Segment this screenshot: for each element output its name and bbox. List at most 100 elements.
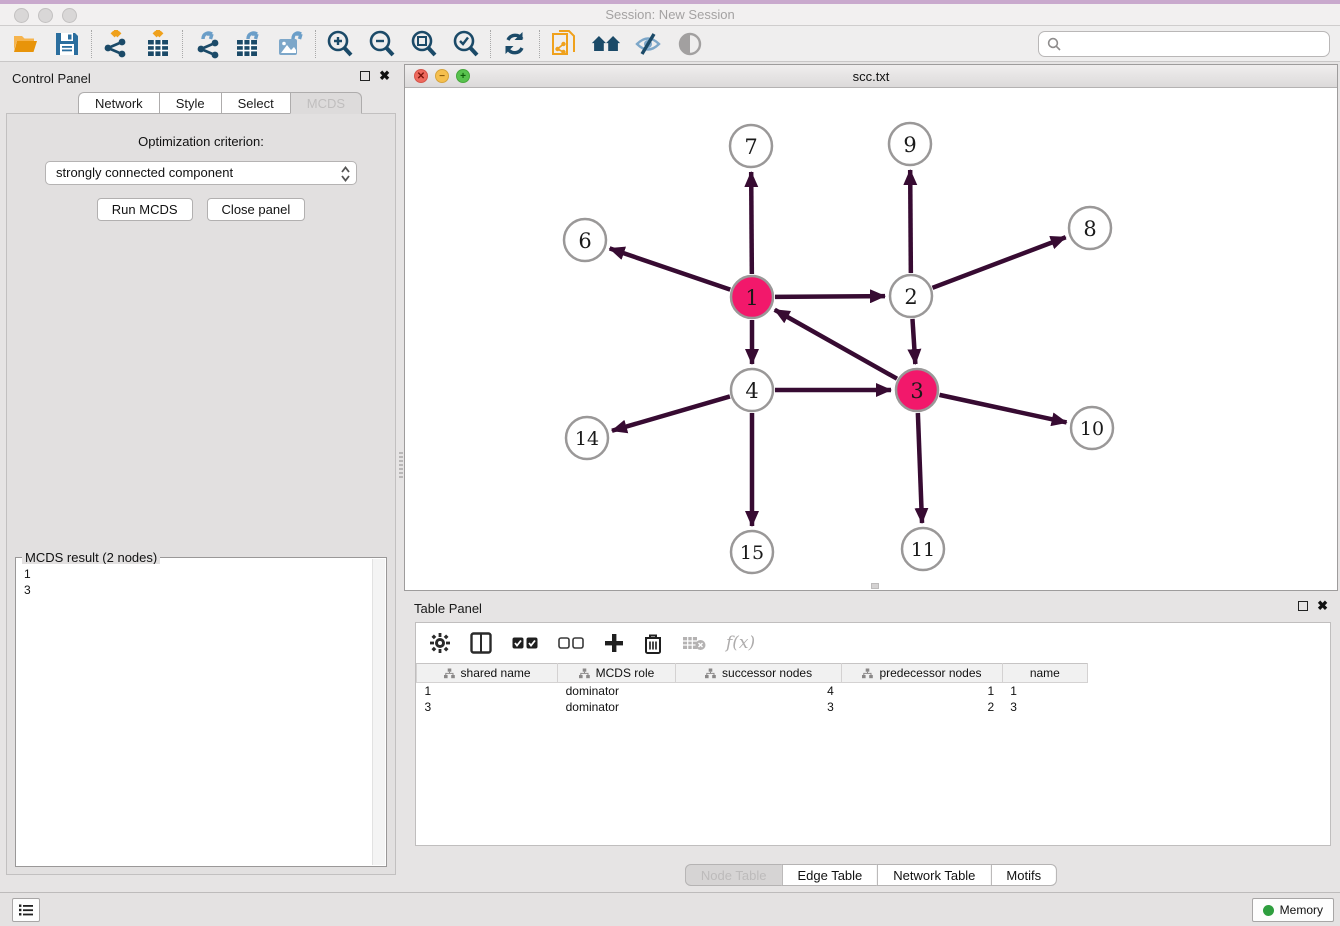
memory-button[interactable]: Memory — [1252, 898, 1334, 922]
titlebar: Session: New Session — [0, 4, 1340, 26]
graph-node-label-3: 3 — [910, 379, 923, 403]
export-table-icon[interactable] — [234, 29, 264, 59]
column-header-shared-name[interactable]: shared name — [417, 664, 558, 683]
list-icon — [18, 903, 34, 917]
toolbar-separator — [315, 30, 316, 58]
zoom-out-icon[interactable] — [367, 29, 397, 59]
mcds-panel: Optimization criterion: strongly connect… — [6, 113, 396, 875]
main-toolbar — [0, 26, 1340, 62]
graph-node-label-1: 1 — [745, 286, 758, 310]
home-icon[interactable] — [591, 29, 621, 59]
float-table-panel-icon[interactable] — [1298, 601, 1308, 611]
tab-edge-table[interactable]: Edge Table — [781, 864, 877, 886]
graph-edge-1-2[interactable] — [775, 296, 885, 297]
save-session-icon[interactable] — [52, 29, 82, 59]
column-header-predecessor-nodes[interactable]: predecessor nodes — [842, 664, 1002, 683]
delete-table-icon[interactable] — [682, 635, 706, 651]
graph-node-label-4: 4 — [745, 379, 758, 403]
search-box — [1038, 31, 1330, 57]
graph-edge-3-1[interactable] — [775, 310, 897, 379]
table-panel-header: Table Panel ✖ — [404, 595, 1338, 620]
mcds-result-title: MCDS result (2 nodes) — [22, 550, 160, 565]
tab-mcds[interactable]: MCDS — [290, 92, 362, 114]
graph-edge-3-11[interactable] — [918, 413, 922, 523]
zoom-in-icon[interactable] — [325, 29, 355, 59]
unchecked-columns-icon[interactable] — [558, 637, 584, 650]
graph-node-label-14: 14 — [575, 428, 599, 450]
graph-edge-1-6[interactable] — [610, 248, 731, 289]
memory-status-icon — [1263, 905, 1274, 916]
tab-select[interactable]: Select — [221, 92, 290, 114]
table-row[interactable]: 1 dominator 4 1 1 — [417, 683, 1088, 699]
memory-label: Memory — [1280, 903, 1323, 917]
hierarchy-icon — [444, 668, 455, 679]
split-columns-icon[interactable] — [470, 632, 492, 654]
float-panel-icon[interactable] — [360, 71, 370, 81]
function-builder-icon[interactable]: f(x) — [726, 633, 755, 653]
table-toolbar: f(x) — [416, 623, 1330, 663]
control-panel-tabs: Network Style Select MCDS — [2, 92, 400, 114]
network-canvas[interactable]: 7968124314101511 — [405, 88, 1337, 590]
network-window-titlebar[interactable]: ✕ − + scc.txt — [405, 65, 1337, 88]
column-header-successor-nodes[interactable]: successor nodes — [675, 664, 841, 683]
gear-icon[interactable] — [430, 633, 450, 653]
mcds-result-scrollbar[interactable] — [372, 559, 385, 865]
export-network-icon[interactable] — [192, 29, 222, 59]
task-history-button[interactable] — [12, 898, 40, 922]
table-panel: Table Panel ✖ — [404, 595, 1338, 890]
graph-node-label-6: 6 — [578, 229, 591, 253]
add-column-icon[interactable] — [604, 633, 624, 653]
column-header-mcds-role[interactable]: MCDS role — [558, 664, 676, 683]
graph-edge-2-8[interactable] — [933, 237, 1066, 288]
graph-node-label-7: 7 — [744, 135, 757, 159]
tab-network-table[interactable]: Network Table — [877, 864, 990, 886]
search-icon — [1047, 37, 1061, 51]
network-graph[interactable]: 7968124314101511 — [405, 88, 1337, 590]
splitter-grip[interactable] — [399, 452, 403, 478]
graph-node-label-9: 9 — [903, 133, 916, 157]
close-panel-icon[interactable]: ✖ — [379, 71, 390, 81]
status-bar: Memory — [0, 892, 1340, 926]
tab-style[interactable]: Style — [159, 92, 221, 114]
node-table: shared name MCDS role successor nodes pr… — [416, 663, 1088, 715]
graph-edge-2-3[interactable] — [912, 319, 915, 364]
toolbar-separator — [490, 30, 491, 58]
hierarchy-icon — [862, 668, 873, 679]
criterion-select[interactable]: strongly connected component — [45, 161, 357, 185]
graph-edge-4-14[interactable] — [612, 396, 730, 430]
graph-edge-1-7[interactable] — [751, 172, 752, 274]
export-image-icon[interactable] — [276, 29, 306, 59]
delete-column-icon[interactable] — [644, 633, 662, 654]
table-panel-tabs: Node Table Edge Table Network Table Moti… — [685, 864, 1057, 886]
canvas-splitter-handle[interactable] — [871, 583, 879, 589]
clone-network-icon[interactable] — [549, 29, 579, 59]
tab-node-table[interactable]: Node Table — [685, 864, 782, 886]
show-all-icon[interactable] — [675, 29, 705, 59]
checked-columns-icon[interactable] — [512, 637, 538, 650]
hide-selected-icon[interactable] — [633, 29, 663, 59]
mcds-result-text: 1 3 — [17, 564, 372, 865]
graph-node-label-11: 11 — [911, 539, 935, 561]
network-view-window: ✕ − + scc.txt 7968124314101511 — [404, 64, 1338, 591]
tab-network[interactable]: Network — [78, 92, 159, 114]
zoom-fit-icon[interactable] — [409, 29, 439, 59]
run-mcds-button[interactable]: Run MCDS — [97, 198, 193, 221]
table-panel-title: Table Panel — [414, 601, 482, 616]
optimization-criterion-label: Optimization criterion: — [7, 134, 395, 149]
import-table-icon[interactable] — [143, 29, 173, 59]
open-file-icon[interactable] — [10, 29, 40, 59]
close-panel-button[interactable]: Close panel — [207, 198, 306, 221]
graph-edge-2-9[interactable] — [910, 170, 911, 273]
refresh-icon[interactable] — [500, 29, 530, 59]
search-input[interactable] — [1067, 36, 1321, 51]
column-header-name[interactable]: name — [1002, 664, 1087, 683]
control-panel-title: Control Panel — [12, 71, 91, 86]
zoom-selected-icon[interactable] — [451, 29, 481, 59]
import-network-icon[interactable] — [101, 29, 131, 59]
mcds-result-box: MCDS result (2 nodes) 1 3 — [15, 557, 387, 867]
graph-edge-3-10[interactable] — [939, 395, 1066, 423]
close-table-panel-icon[interactable]: ✖ — [1317, 601, 1328, 611]
table-row[interactable]: 3 dominator 3 2 3 — [417, 699, 1088, 715]
control-panel-header: Control Panel ✖ — [2, 64, 400, 92]
tab-motifs[interactable]: Motifs — [990, 864, 1057, 886]
